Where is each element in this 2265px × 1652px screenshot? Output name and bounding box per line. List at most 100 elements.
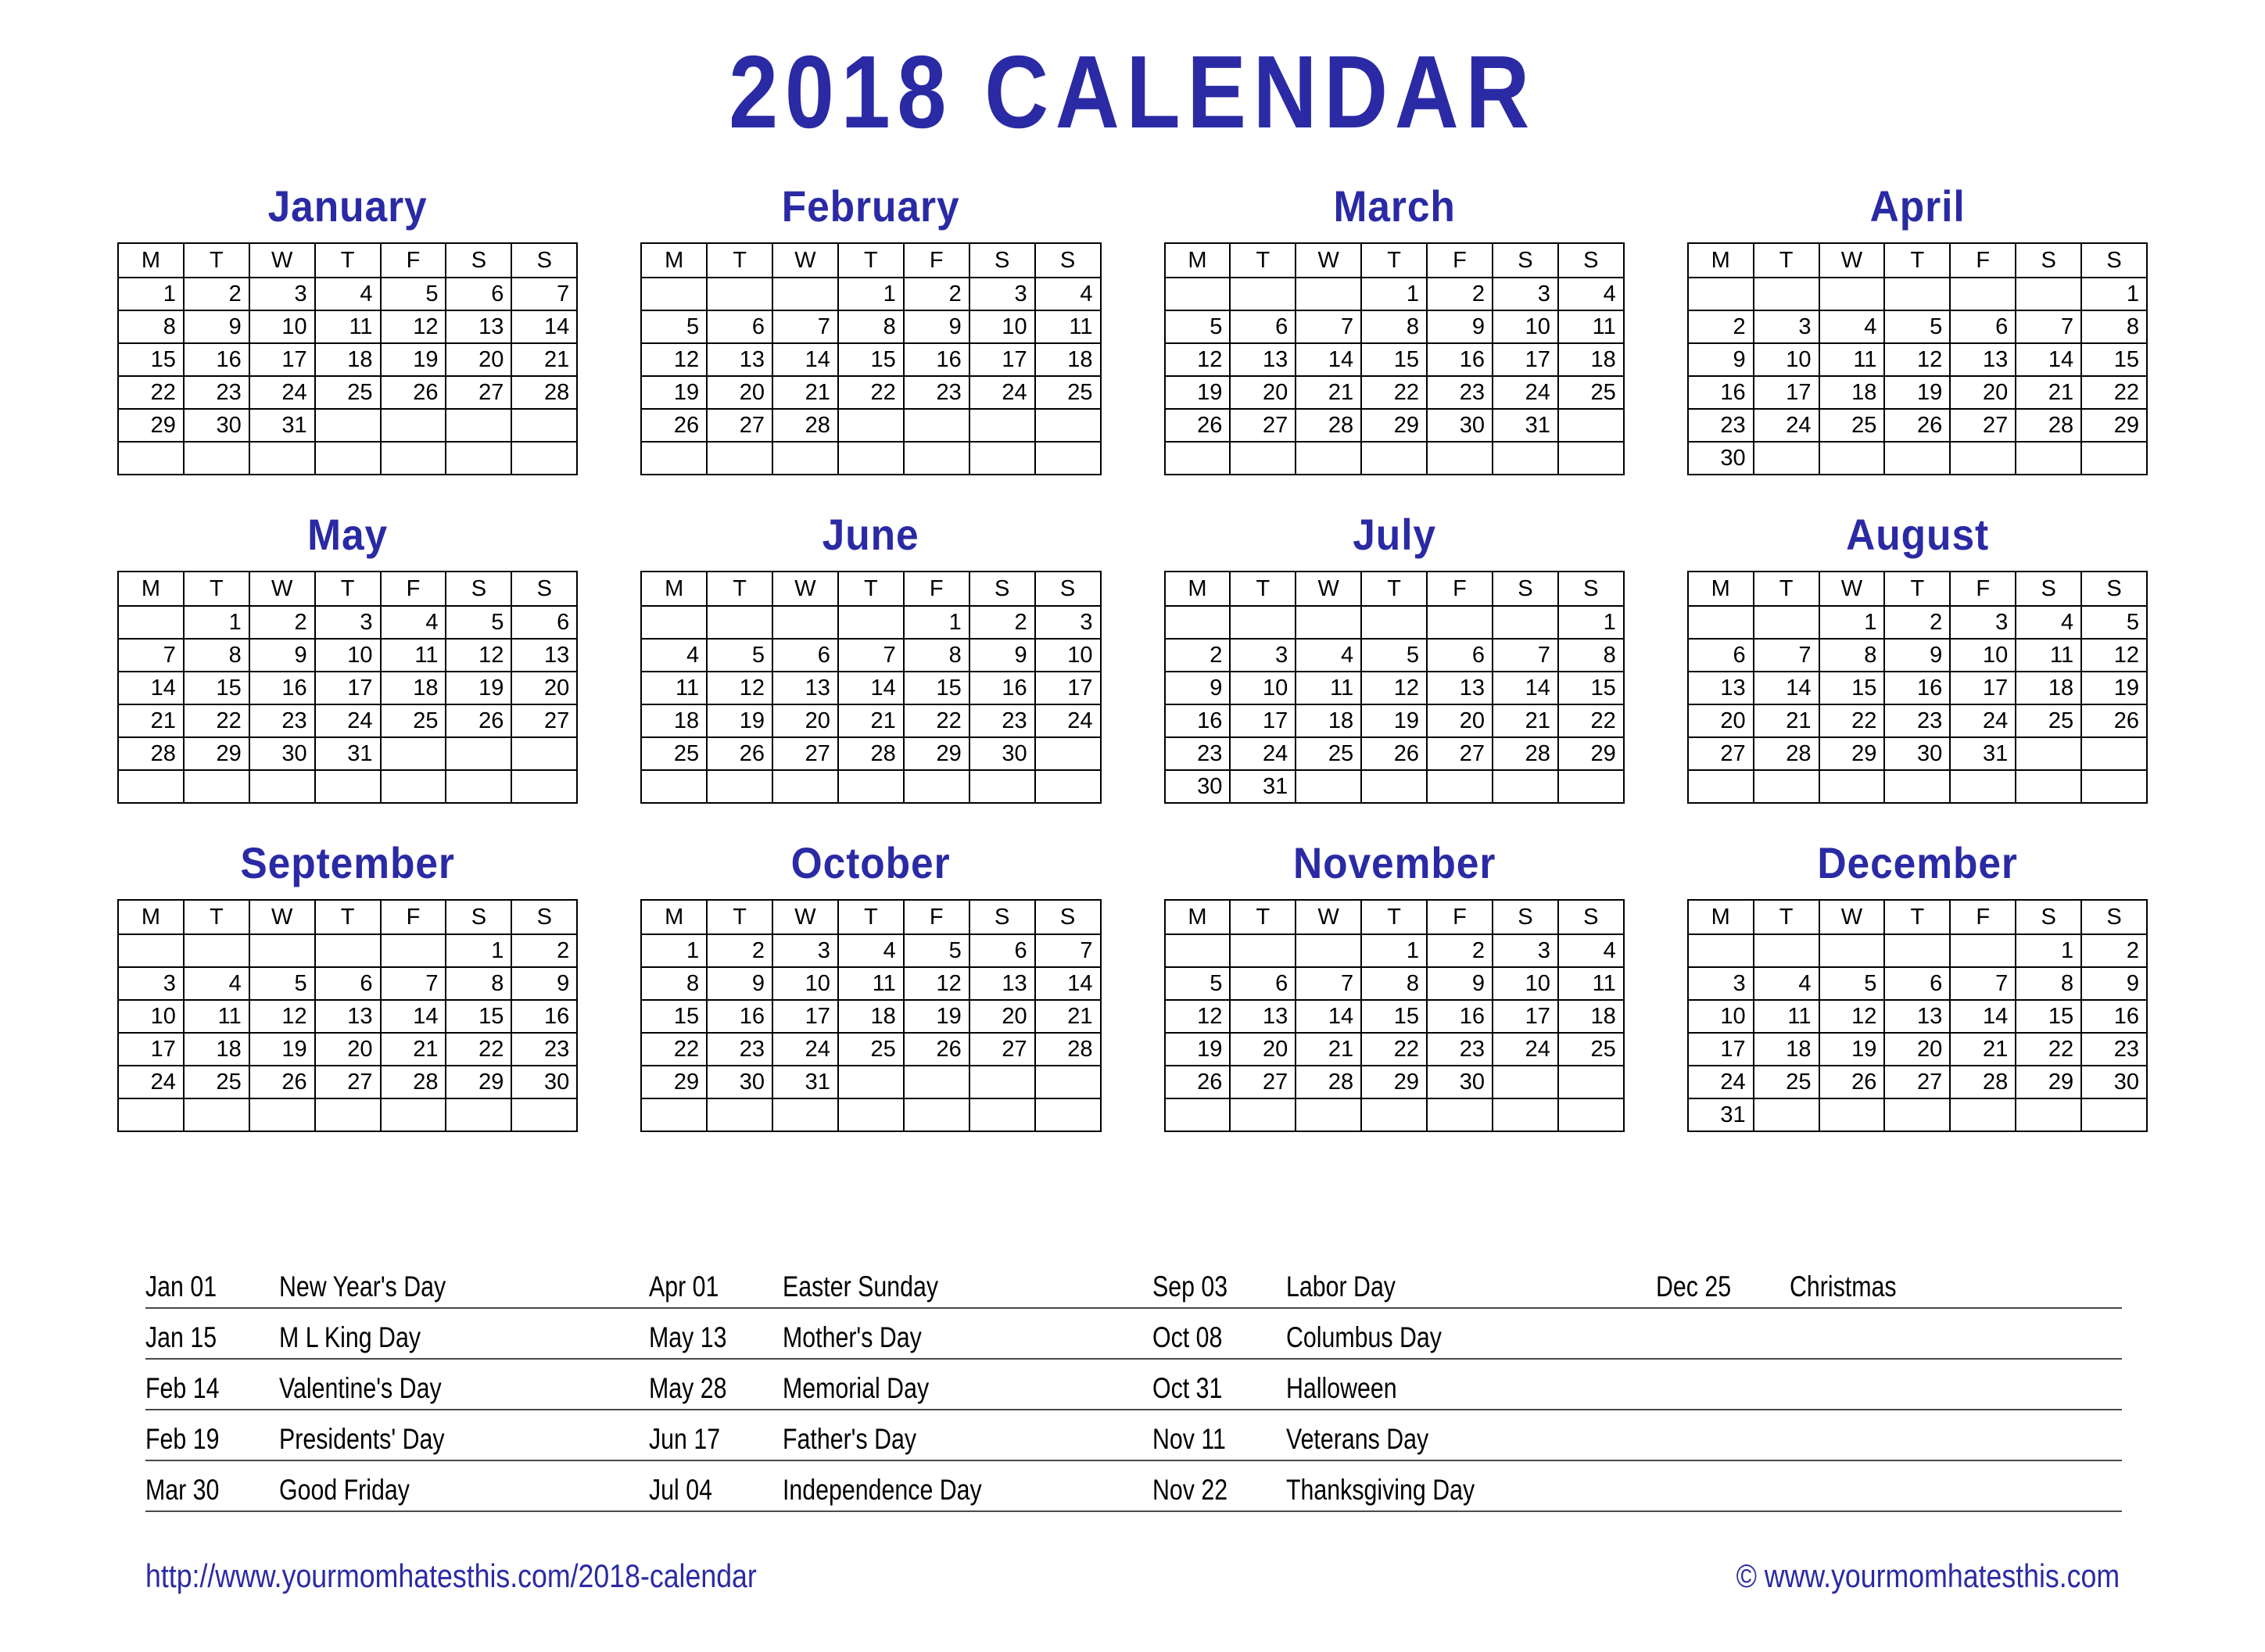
day-cell[interactable]: 15 — [445, 999, 513, 1034]
day-cell[interactable]: 13 — [445, 310, 513, 344]
day-cell[interactable]: 10 — [1686, 999, 1754, 1034]
day-cell[interactable]: 17 — [314, 671, 382, 705]
day-cell[interactable]: 9 — [2080, 966, 2148, 1001]
day-cell[interactable]: 10 — [1752, 342, 1820, 377]
day-cell[interactable]: 24 — [314, 704, 382, 738]
day-cell[interactable]: 3 — [1949, 605, 2017, 640]
day-cell[interactable]: 22 — [2080, 375, 2148, 410]
day-cell[interactable]: 5 — [248, 966, 316, 1001]
day-cell[interactable]: 7 — [1034, 934, 1102, 968]
day-cell[interactable]: 28 — [511, 375, 579, 410]
day-cell[interactable]: 16 — [706, 999, 774, 1034]
day-cell[interactable]: 19 — [1818, 1032, 1886, 1066]
day-cell[interactable]: 31 — [1949, 736, 2017, 771]
day-cell[interactable]: 24 — [1491, 375, 1559, 410]
day-cell[interactable]: 12 — [445, 638, 513, 672]
day-cell[interactable]: 1 — [902, 605, 970, 640]
day-cell[interactable]: 28 — [772, 408, 839, 443]
day-cell[interactable]: 8 — [1818, 638, 1886, 672]
day-cell[interactable]: 18 — [314, 342, 382, 377]
day-cell[interactable]: 16 — [968, 671, 1036, 705]
day-cell[interactable]: 6 — [1229, 310, 1297, 344]
day-cell[interactable]: 11 — [640, 671, 708, 705]
day-cell[interactable]: 29 — [1360, 408, 1428, 443]
day-cell[interactable]: 8 — [1360, 966, 1428, 1001]
day-cell[interactable]: 12 — [640, 342, 708, 377]
day-cell[interactable]: 9 — [968, 638, 1036, 672]
day-cell[interactable]: 10 — [248, 310, 316, 344]
day-cell[interactable]: 9 — [1883, 638, 1951, 672]
day-cell[interactable]: 14 — [511, 310, 579, 344]
day-cell[interactable]: 2 — [1426, 277, 1493, 311]
day-cell[interactable]: 30 — [968, 736, 1036, 771]
day-cell[interactable]: 25 — [1818, 408, 1886, 443]
day-cell[interactable]: 15 — [1360, 342, 1428, 377]
day-cell[interactable]: 29 — [182, 736, 250, 771]
day-cell[interactable]: 11 — [2015, 638, 2083, 672]
day-cell[interactable]: 6 — [772, 638, 839, 672]
day-cell[interactable]: 27 — [1686, 736, 1754, 771]
day-cell[interactable]: 6 — [1949, 310, 2017, 344]
day-cell[interactable]: 3 — [1034, 605, 1102, 640]
day-cell[interactable]: 9 — [1686, 342, 1754, 377]
day-cell[interactable]: 17 — [968, 342, 1036, 377]
day-cell[interactable]: 1 — [2015, 934, 2083, 968]
day-cell[interactable]: 30 — [511, 1065, 579, 1099]
day-cell[interactable]: 26 — [248, 1065, 316, 1099]
day-cell[interactable]: 21 — [1949, 1032, 2017, 1066]
day-cell[interactable]: 12 — [379, 310, 447, 344]
day-cell[interactable]: 10 — [968, 310, 1036, 344]
day-cell[interactable]: 20 — [445, 342, 513, 377]
day-cell[interactable]: 25 — [379, 704, 447, 738]
day-cell[interactable]: 2 — [511, 934, 579, 968]
day-cell[interactable]: 20 — [1426, 704, 1493, 738]
day-cell[interactable]: 23 — [1686, 408, 1754, 443]
day-cell[interactable]: 25 — [314, 375, 382, 410]
day-cell[interactable]: 30 — [248, 736, 316, 771]
day-cell[interactable]: 7 — [1752, 638, 1820, 672]
day-cell[interactable]: 1 — [117, 277, 185, 311]
day-cell[interactable]: 5 — [640, 310, 708, 344]
day-cell[interactable]: 5 — [706, 638, 774, 672]
day-cell[interactable]: 12 — [1163, 342, 1231, 377]
day-cell[interactable]: 11 — [1557, 310, 1625, 344]
day-cell[interactable]: 17 — [1491, 999, 1559, 1034]
day-cell[interactable]: 20 — [1229, 375, 1297, 410]
day-cell[interactable]: 5 — [2080, 605, 2148, 640]
day-cell[interactable]: 21 — [511, 342, 579, 377]
day-cell[interactable]: 8 — [182, 638, 250, 672]
day-cell[interactable]: 9 — [1426, 966, 1493, 1001]
day-cell[interactable]: 11 — [1818, 342, 1886, 377]
day-cell[interactable]: 10 — [1491, 310, 1559, 344]
day-cell[interactable]: 5 — [1360, 638, 1428, 672]
day-cell[interactable]: 11 — [1034, 310, 1102, 344]
day-cell[interactable]: 26 — [1883, 408, 1951, 443]
day-cell[interactable]: 14 — [2015, 342, 2083, 377]
day-cell[interactable]: 21 — [379, 1032, 447, 1066]
day-cell[interactable]: 17 — [117, 1032, 185, 1066]
day-cell[interactable]: 31 — [1491, 408, 1559, 443]
day-cell[interactable]: 31 — [772, 1065, 839, 1099]
day-cell[interactable]: 24 — [117, 1065, 185, 1099]
day-cell[interactable]: 22 — [1557, 704, 1625, 738]
day-cell[interactable]: 15 — [182, 671, 250, 705]
day-cell[interactable]: 22 — [902, 704, 970, 738]
day-cell[interactable]: 15 — [1818, 671, 1886, 705]
day-cell[interactable]: 13 — [511, 638, 579, 672]
day-cell[interactable]: 4 — [1034, 277, 1102, 311]
day-cell[interactable]: 20 — [511, 671, 579, 705]
day-cell[interactable]: 4 — [1752, 966, 1820, 1001]
day-cell[interactable]: 10 — [314, 638, 382, 672]
day-cell[interactable]: 26 — [1163, 408, 1231, 443]
day-cell[interactable]: 21 — [1295, 375, 1363, 410]
day-cell[interactable]: 13 — [1686, 671, 1754, 705]
day-cell[interactable]: 6 — [314, 966, 382, 1001]
day-cell[interactable]: 19 — [640, 375, 708, 410]
day-cell[interactable]: 26 — [2080, 704, 2148, 738]
day-cell[interactable]: 27 — [1426, 736, 1493, 771]
day-cell[interactable]: 15 — [640, 999, 708, 1034]
day-cell[interactable]: 17 — [1229, 704, 1297, 738]
day-cell[interactable]: 23 — [902, 375, 970, 410]
day-cell[interactable]: 20 — [1883, 1032, 1951, 1066]
day-cell[interactable]: 2 — [182, 277, 250, 311]
